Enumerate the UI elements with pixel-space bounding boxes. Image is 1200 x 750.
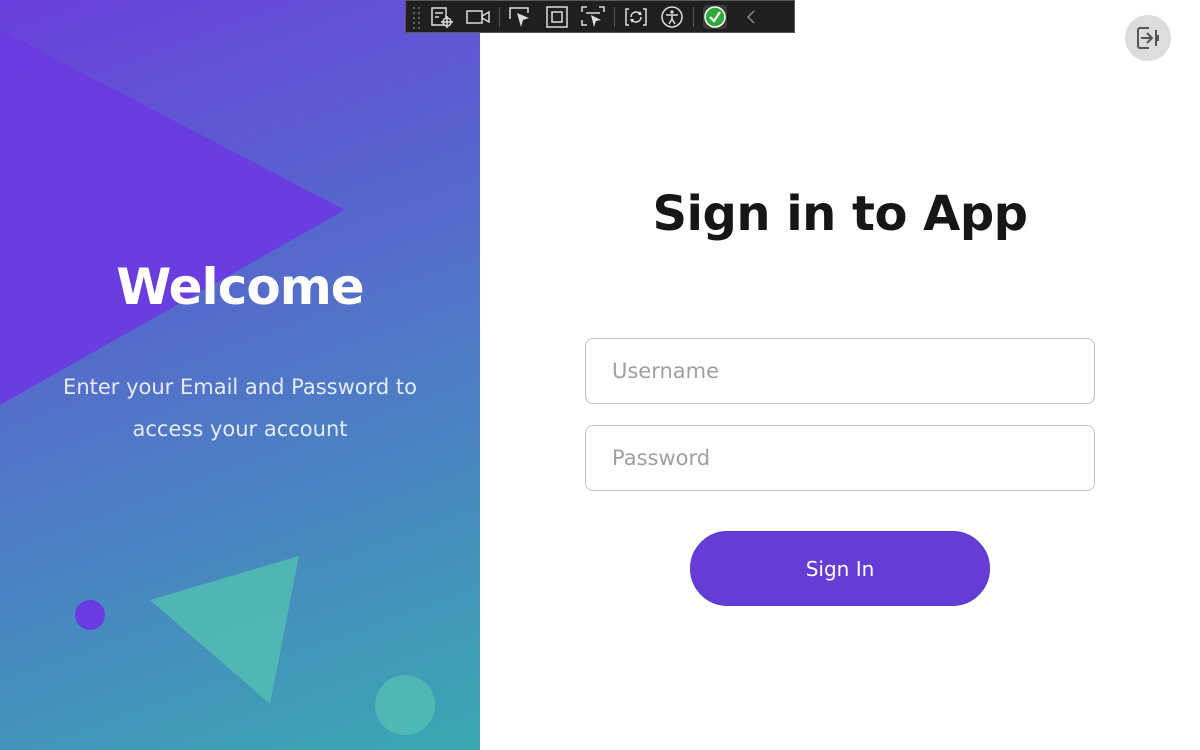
display-layout-adorners-icon	[546, 5, 568, 28]
track-focus-icon	[581, 5, 605, 27]
accessibility-icon	[661, 5, 683, 28]
sign-in-panel: Sign in to App Sign In	[480, 0, 1200, 750]
live-visual-tree-icon	[431, 6, 453, 28]
track-focus-button[interactable]	[575, 2, 611, 32]
sign-in-button[interactable]: Sign In	[690, 531, 990, 606]
exit-button[interactable]	[1125, 15, 1171, 61]
select-element-button[interactable]	[503, 2, 539, 32]
collapse-toolbar-button[interactable]	[733, 2, 769, 32]
hot-reload-button[interactable]	[618, 2, 654, 32]
toolbar-separator	[499, 6, 500, 27]
select-element-icon	[509, 6, 529, 27]
welcome-subtitle-line: Enter your Email and Password to	[63, 375, 417, 399]
purple-dot	[75, 600, 105, 630]
toolbar-separator	[693, 6, 694, 27]
live-visual-tree-button[interactable]	[424, 2, 460, 32]
hot-reload-icon	[625, 7, 647, 26]
welcome-panel: Welcome Enter your Email and Password to…	[0, 0, 480, 750]
layout-adorners-button[interactable]	[539, 2, 575, 32]
teal-dot	[375, 675, 435, 735]
welcome-subtitle-line: access your account	[132, 417, 348, 441]
binding-check-button[interactable]	[697, 2, 733, 32]
record-button[interactable]	[460, 2, 496, 32]
username-input[interactable]	[585, 338, 1095, 404]
welcome-subtitle: Enter your Email and Password to access …	[40, 366, 440, 450]
password-input[interactable]	[585, 425, 1095, 491]
debug-toolbar	[405, 0, 795, 33]
camera-icon	[466, 9, 490, 24]
large-purple-triangle	[0, 30, 345, 405]
accessibility-button[interactable]	[654, 2, 690, 32]
collapse-chevron-icon	[746, 9, 755, 24]
page-title: Sign in to App	[652, 186, 1028, 242]
drag-grip-icon[interactable]	[410, 4, 424, 30]
teal-triangle	[150, 556, 299, 704]
welcome-title: Welcome	[116, 258, 364, 316]
binding-check-icon	[703, 4, 727, 29]
toolbar-separator	[614, 6, 615, 27]
sign-out-icon	[1137, 26, 1159, 50]
